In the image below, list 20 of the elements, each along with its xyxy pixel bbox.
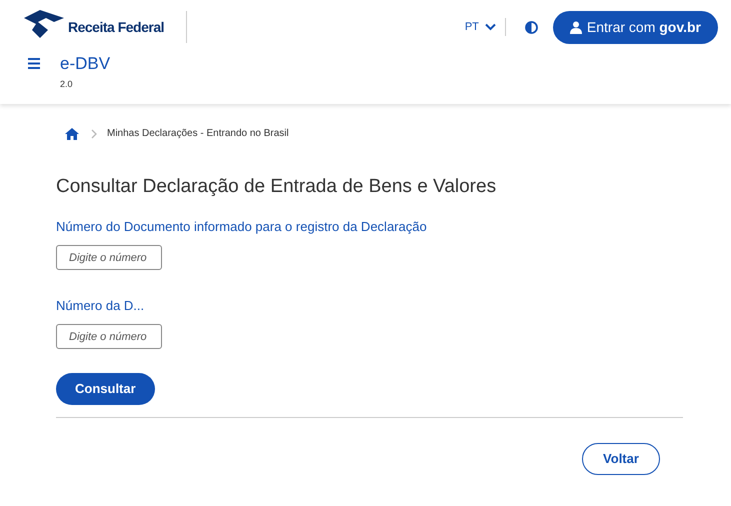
login-button[interactable]: Entrar com gov.br (552, 10, 718, 44)
logo-icon (22, 8, 66, 40)
logo-text: Receita Federal (68, 18, 164, 36)
menu-icon[interactable] (28, 58, 40, 69)
chevron-right-icon (91, 128, 97, 138)
app-version: 2.0 (60, 78, 74, 91)
home-icon[interactable] (65, 128, 79, 140)
page-title: Consultar Declaração de Entrada de Bens e Valores (56, 175, 498, 199)
user-icon (570, 20, 582, 34)
field-label: Número do Documento informado para o registro da Declaração (56, 219, 428, 235)
chevron-down-icon (484, 23, 496, 31)
app-title: e-DBV (60, 54, 110, 74)
number-field[interactable]: Digite o número (56, 245, 162, 270)
breadcrumb-link[interactable]: Minhas Declarações - Entrando no Brasil (107, 126, 289, 141)
back-button[interactable]: Voltar (582, 443, 660, 475)
submit-button[interactable]: Consultar (56, 373, 155, 405)
language-selector[interactable]: PT (464, 18, 496, 36)
field-label: Número da D... (56, 298, 146, 314)
contrast-icon[interactable] (524, 20, 538, 34)
number-field[interactable]: Digite o número (56, 324, 162, 349)
